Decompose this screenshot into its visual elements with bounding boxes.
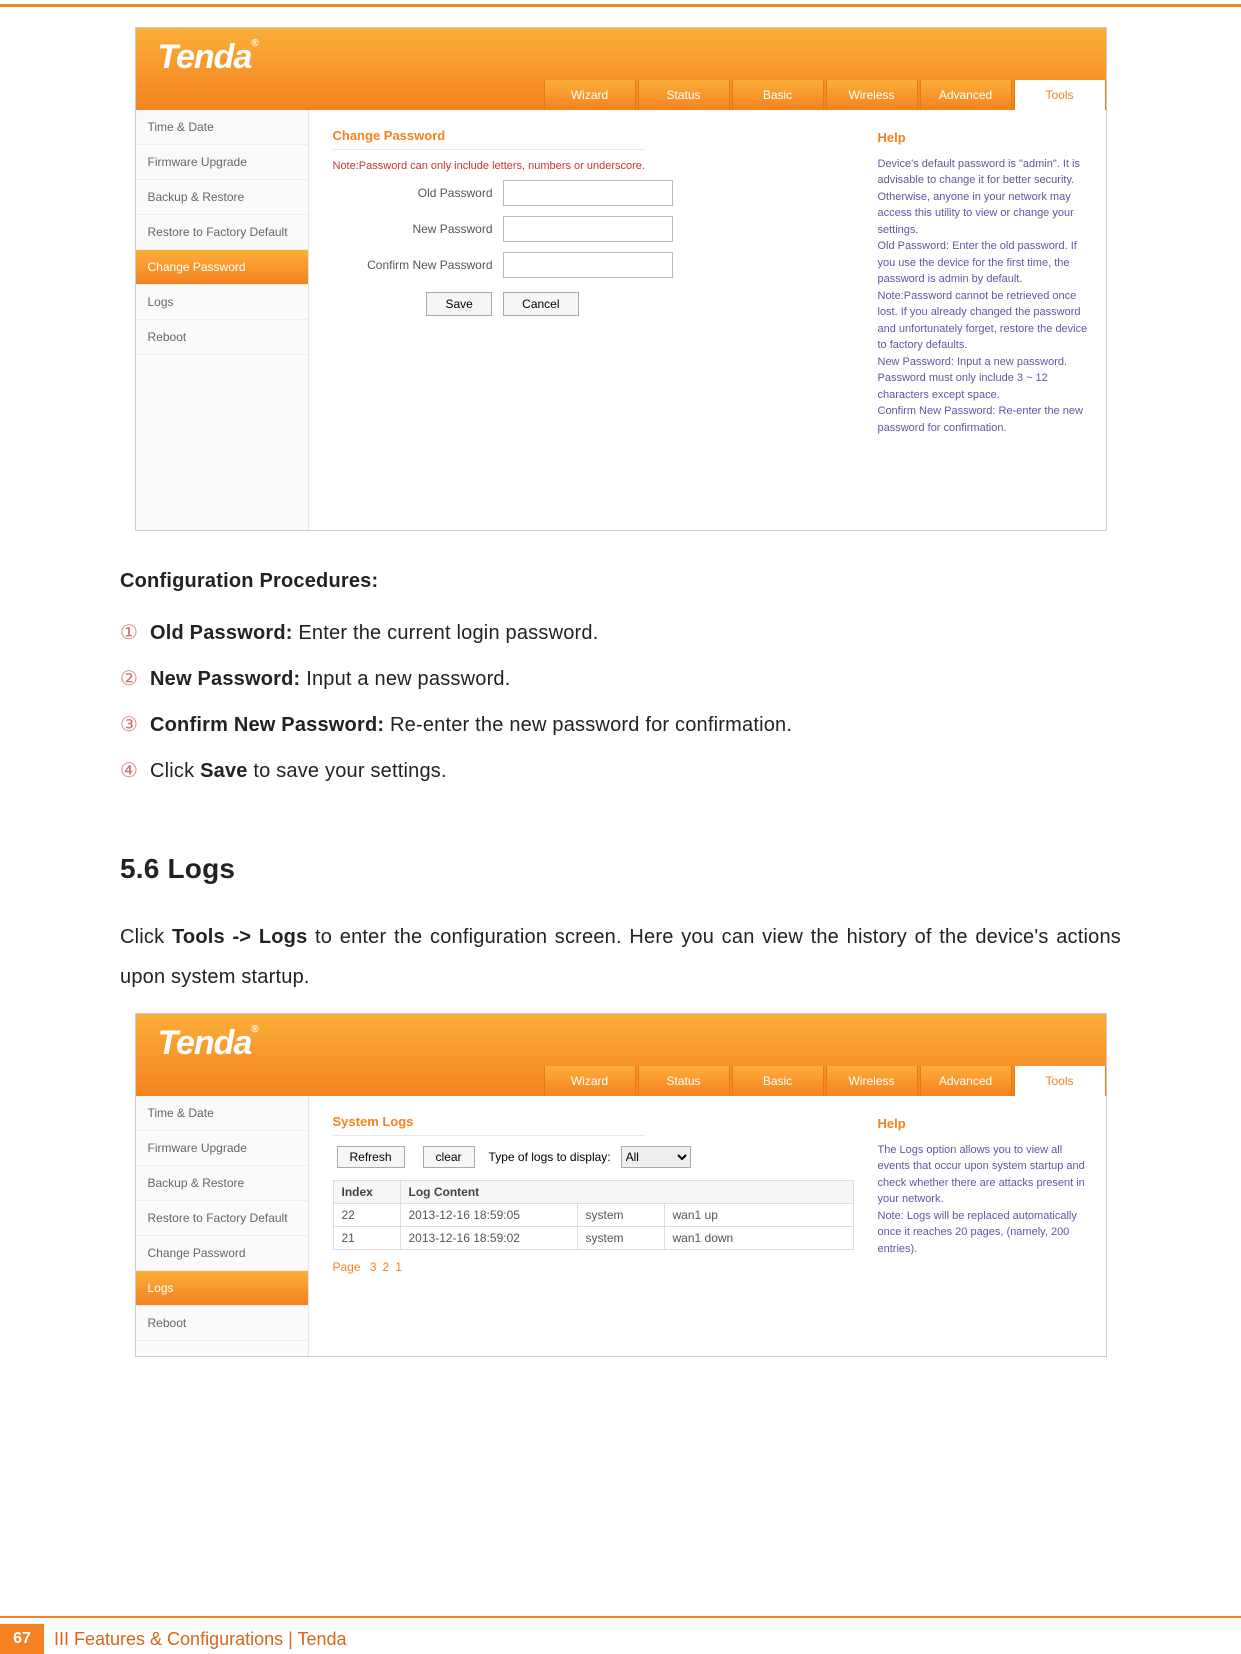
- new-password-input[interactable]: [503, 216, 673, 242]
- clear-button[interactable]: clear: [423, 1146, 475, 1168]
- panel-title: System Logs: [333, 1114, 646, 1136]
- router-header: Tenda® WizardStatusBasicWirelessAdvanced…: [136, 1014, 1106, 1096]
- top-orange-bar: [0, 4, 1241, 7]
- para-a: Click: [120, 926, 172, 948]
- help-title: Help: [878, 128, 1088, 148]
- log-type-label: Type of logs to display:: [489, 1150, 611, 1164]
- tab-advanced[interactable]: Advanced: [920, 80, 1012, 110]
- para-bold: Tools -> Logs: [172, 926, 307, 948]
- main-panel: Change Password Note:Password can only i…: [309, 110, 878, 530]
- config-step: ②New Password: Input a new password.: [120, 659, 1121, 699]
- old-password-input[interactable]: [503, 180, 673, 206]
- log-type-select[interactable]: All: [621, 1146, 691, 1168]
- confirm-password-label: Confirm New Password: [333, 258, 493, 272]
- footer-text: III Features & Configurations | Tenda: [54, 1629, 347, 1650]
- top-tabs: WizardStatusBasicWirelessAdvancedTools: [542, 80, 1106, 110]
- help-title: Help: [878, 1114, 1088, 1134]
- logo-text: Tenda: [158, 38, 252, 76]
- config-step: ④Click Save to save your settings.: [120, 751, 1121, 791]
- sidebar: Time & DateFirmware UpgradeBackup & Rest…: [136, 1096, 309, 1356]
- sidebar-item-firmware-upgrade[interactable]: Firmware Upgrade: [136, 1131, 308, 1166]
- document-body: Configuration Procedures: ①Old Password:…: [120, 561, 1121, 997]
- cancel-button[interactable]: Cancel: [503, 292, 578, 316]
- sidebar-item-backup-restore[interactable]: Backup & Restore: [136, 1166, 308, 1201]
- table-row: 212013-12-16 18:59:02systemwan1 down: [333, 1227, 853, 1250]
- screenshot-change-password: Tenda® WizardStatusBasicWirelessAdvanced…: [135, 27, 1107, 531]
- sidebar-item-logs[interactable]: Logs: [136, 285, 308, 320]
- sidebar-item-logs[interactable]: Logs: [136, 1271, 308, 1306]
- page-number: 67: [0, 1624, 44, 1654]
- sidebar-item-change-password[interactable]: Change Password: [136, 1236, 308, 1271]
- config-step: ①Old Password: Enter the current login p…: [120, 613, 1121, 653]
- logs-intro-paragraph: Click Tools -> Logs to enter the configu…: [120, 917, 1121, 997]
- refresh-button[interactable]: Refresh: [337, 1146, 405, 1168]
- table-row: 222013-12-16 18:59:05systemwan1 up: [333, 1204, 853, 1227]
- confirm-password-input[interactable]: [503, 252, 673, 278]
- sidebar-item-time-date[interactable]: Time & Date: [136, 110, 308, 145]
- screenshot-system-logs: Tenda® WizardStatusBasicWirelessAdvanced…: [135, 1013, 1107, 1357]
- col-content: Log Content: [400, 1181, 853, 1204]
- log-table: Index Log Content 222013-12-16 18:59:05s…: [333, 1180, 854, 1250]
- tab-basic[interactable]: Basic: [732, 80, 824, 110]
- router-header: Tenda® WizardStatusBasicWirelessAdvanced…: [136, 28, 1106, 110]
- sidebar: Time & DateFirmware UpgradeBackup & Rest…: [136, 110, 309, 530]
- main-panel: System Logs Refresh clear Type of logs t…: [309, 1096, 878, 1356]
- tab-tools[interactable]: Tools: [1014, 1066, 1106, 1096]
- sidebar-item-backup-restore[interactable]: Backup & Restore: [136, 180, 308, 215]
- top-tabs: WizardStatusBasicWirelessAdvancedTools: [542, 1066, 1106, 1096]
- help-panel: Help The Logs option allows you to view …: [878, 1096, 1106, 1356]
- pager-page-2[interactable]: 2: [383, 1260, 390, 1274]
- tab-wizard[interactable]: Wizard: [544, 1066, 636, 1096]
- sidebar-item-restore-to-factory-default[interactable]: Restore to Factory Default: [136, 215, 308, 250]
- sidebar-item-change-password[interactable]: Change Password: [136, 250, 308, 285]
- pager-page-3[interactable]: 3: [370, 1260, 377, 1274]
- save-button[interactable]: Save: [426, 292, 491, 316]
- pager-page-1[interactable]: 1: [395, 1260, 402, 1274]
- tab-basic[interactable]: Basic: [732, 1066, 824, 1096]
- help-text: Device's default password is "admin". It…: [878, 156, 1088, 437]
- sidebar-item-restore-to-factory-default[interactable]: Restore to Factory Default: [136, 1201, 308, 1236]
- config-step: ③Confirm New Password: Re-enter the new …: [120, 705, 1121, 745]
- sidebar-item-reboot[interactable]: Reboot: [136, 1306, 308, 1341]
- sidebar-item-firmware-upgrade[interactable]: Firmware Upgrade: [136, 145, 308, 180]
- tab-status[interactable]: Status: [638, 1066, 730, 1096]
- sidebar-item-time-date[interactable]: Time & Date: [136, 1096, 308, 1131]
- pager-label: Page: [333, 1260, 364, 1274]
- tenda-logo: Tenda®: [158, 1024, 258, 1063]
- pager: Page 321: [333, 1260, 854, 1274]
- sidebar-item-reboot[interactable]: Reboot: [136, 320, 308, 355]
- tab-tools[interactable]: Tools: [1014, 80, 1106, 110]
- new-password-label: New Password: [333, 222, 493, 236]
- tab-wizard[interactable]: Wizard: [544, 80, 636, 110]
- logo-text: Tenda: [158, 1024, 252, 1062]
- tab-wireless[interactable]: Wireless: [826, 80, 918, 110]
- bottom-orange-bar: [0, 1616, 1241, 1618]
- password-note: Note:Password can only include letters, …: [333, 160, 854, 172]
- section-title: 5.6 Logs: [120, 841, 1121, 897]
- tab-advanced[interactable]: Advanced: [920, 1066, 1012, 1096]
- old-password-label: Old Password: [333, 186, 493, 200]
- tab-wireless[interactable]: Wireless: [826, 1066, 918, 1096]
- config-procedures-heading: Configuration Procedures:: [120, 561, 1121, 601]
- help-panel: Help Device's default password is "admin…: [878, 110, 1106, 530]
- help-text: The Logs option allows you to view all e…: [878, 1142, 1088, 1258]
- panel-title: Change Password: [333, 128, 646, 150]
- page-footer: 67 III Features & Configurations | Tenda: [0, 1616, 1241, 1654]
- tab-status[interactable]: Status: [638, 80, 730, 110]
- col-index: Index: [333, 1181, 400, 1204]
- tenda-logo: Tenda®: [158, 38, 258, 77]
